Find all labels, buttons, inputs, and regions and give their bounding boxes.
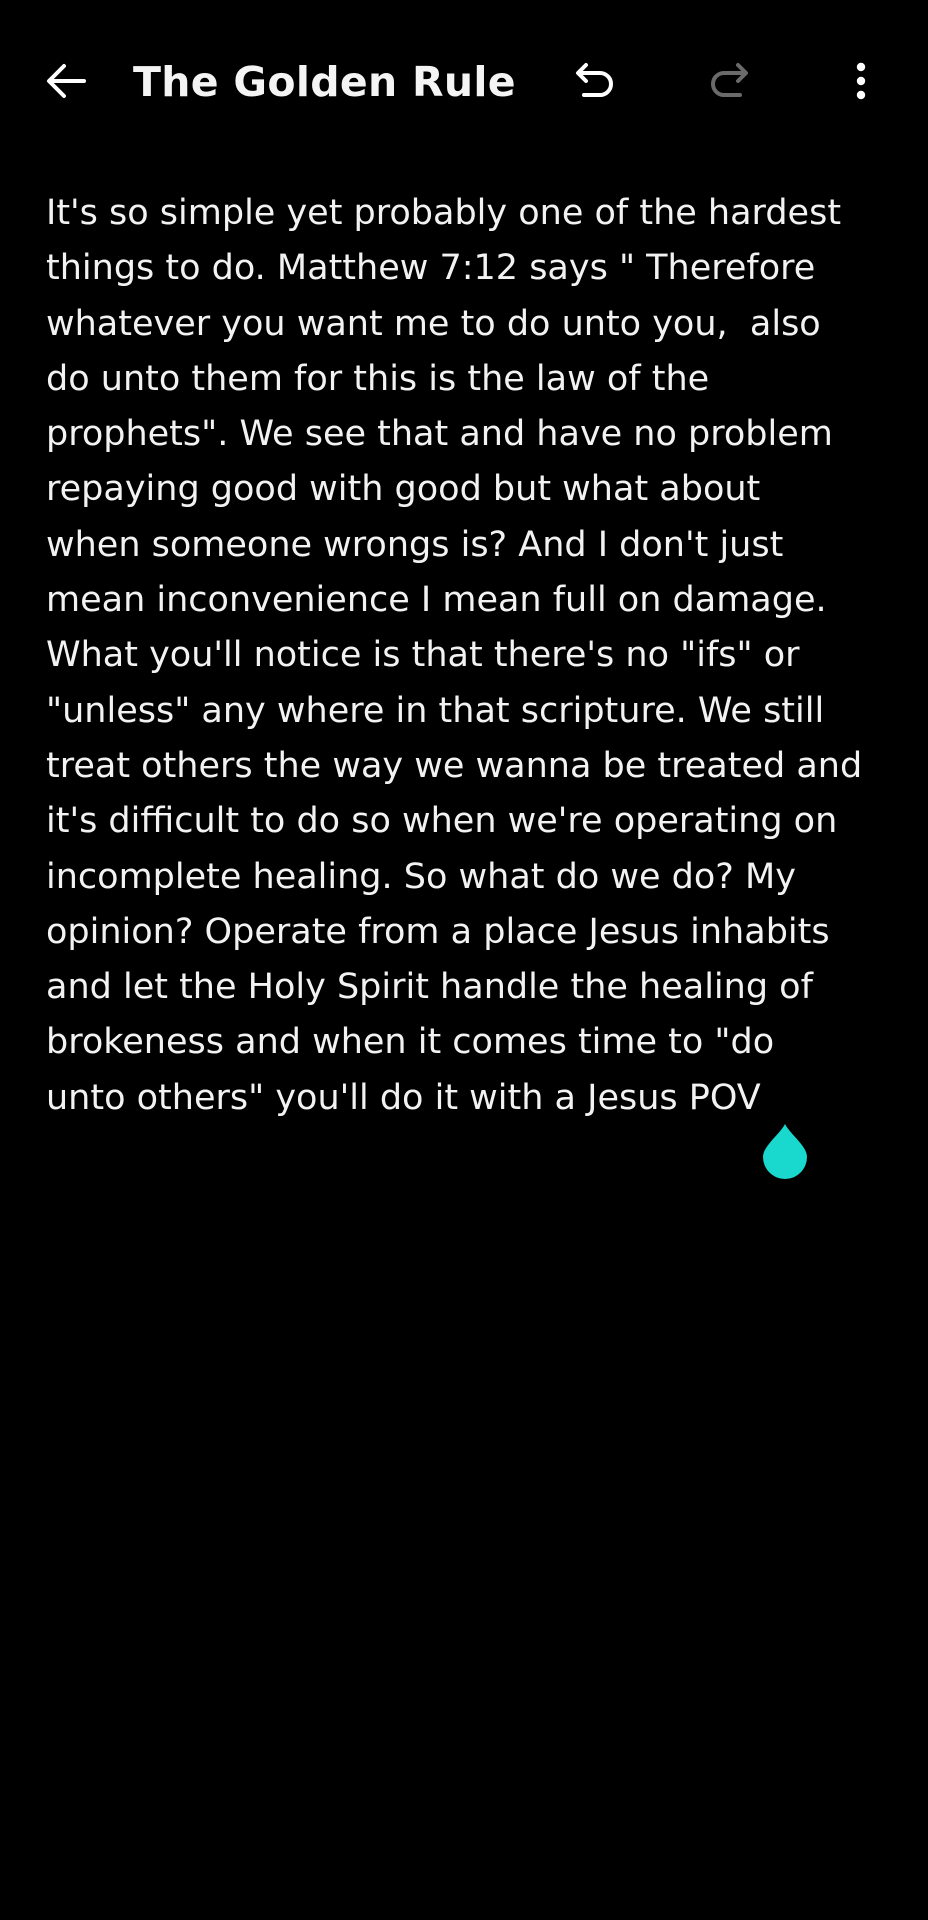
more-vertical-icon [856,62,866,100]
note-line: "unless" any where in that scripture. We… [46,690,825,731]
note-line: repaying good with good but what about [46,469,761,510]
note-line: it's difficult to do so when we're opera… [46,801,838,842]
redo-button[interactable] [692,45,764,117]
note-text-area[interactable]: It's so simple yet probably one of the h… [46,186,882,1126]
undo-button[interactable] [560,45,632,117]
note-line: treat others the way we wanna be treated… [46,745,863,786]
note-line: mean inconvenience I mean full on damage… [46,580,827,621]
text-cursor-handle[interactable] [762,1122,808,1180]
note-line: prophets". We see that and have no probl… [46,414,833,455]
note-title[interactable]: The Golden Rule [133,52,516,112]
note-line: incomplete healing. So what do we do? My [46,856,796,897]
back-button[interactable] [30,45,102,117]
top-toolbar: The Golden Rule [0,0,928,162]
note-line: whatever you want me to do unto you, als… [46,303,821,344]
note-line: unto others" you'll do it with a Jesus P… [46,1077,761,1118]
redo-icon [711,63,748,97]
note-line: What you'll notice is that there's no "i… [46,635,800,676]
note-line: do unto them for this is the law of the [46,358,710,399]
note-line: when someone wrongs is? And I don't just [46,524,784,565]
note-line: things to do. Matthew 7:12 says " Theref… [46,248,816,289]
note-line: and let the Holy Spirit handle the heali… [46,967,813,1008]
note-line: brokeness and when it comes time to "do [46,1022,775,1063]
note-line: opinion? Operate from a place Jesus inha… [46,911,830,952]
undo-icon [576,63,613,97]
cursor-drop-icon [763,1124,807,1179]
arrow-left-icon [47,64,86,98]
more-options-button[interactable] [825,45,897,117]
note-line: It's so simple yet probably one of the h… [46,193,842,233]
